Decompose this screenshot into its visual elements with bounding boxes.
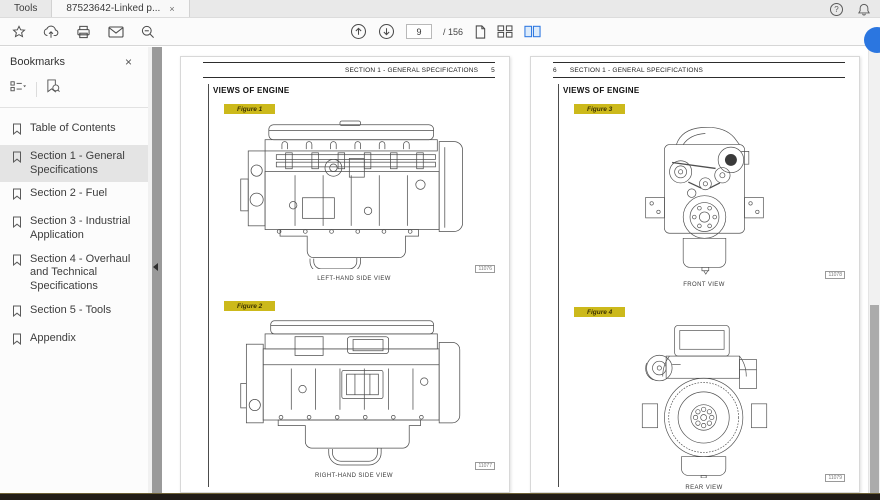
figure-4-label: Figure 4 xyxy=(574,307,625,317)
page-content: VIEWS OF ENGINE Figure 1 xyxy=(208,84,497,487)
header-section-label: SECTION 1 - GENERAL SPECIFICATIONS xyxy=(345,67,478,74)
tabbar-right-group: ? xyxy=(830,0,870,18)
header-section-label: SECTION 1 - GENERAL SPECIFICATIONS xyxy=(570,67,703,74)
cloud-upload-icon[interactable] xyxy=(43,25,59,39)
page-navigation-group: 9 / 156 xyxy=(350,18,541,45)
page-header: 6 SECTION 1 - GENERAL SPECIFICATIONS xyxy=(553,62,845,78)
page-count-label: / 156 xyxy=(443,27,463,37)
bookmark-item-section3[interactable]: Section 3 - Industrial Application xyxy=(0,210,148,248)
engine-right-side-drawing xyxy=(237,316,471,471)
bookmark-icon xyxy=(12,305,22,322)
figure-3-label: Figure 3 xyxy=(574,104,625,114)
next-page-icon[interactable] xyxy=(378,23,395,40)
print-icon[interactable] xyxy=(76,25,91,39)
engine-rear-drawing xyxy=(632,322,777,483)
bookmark-icon xyxy=(12,254,22,271)
figure-1-ref-code: 11076 xyxy=(475,265,495,273)
figure-1-label: Figure 1 xyxy=(224,104,275,114)
zoom-out-icon[interactable] xyxy=(141,25,155,39)
bookmark-item-section4[interactable]: Section 4 - Overhaul and Technical Speci… xyxy=(0,248,148,299)
figure-2-block: Figure 2 xyxy=(211,295,497,479)
bookmark-item-section5[interactable]: Section 5 - Tools xyxy=(0,299,148,327)
tab-tools[interactable]: Tools xyxy=(0,0,51,17)
tab-tools-label: Tools xyxy=(14,3,37,14)
figure-4-block: Figure 4 xyxy=(561,301,847,491)
bookmark-search-icon[interactable] xyxy=(46,79,60,99)
bookmark-item-section2[interactable]: Section 2 - Fuel xyxy=(0,182,148,210)
header-page-number: 5 xyxy=(491,67,495,74)
close-panel-icon[interactable]: × xyxy=(125,55,132,69)
section-heading: VIEWS OF ENGINE xyxy=(213,86,497,95)
bookmark-icon xyxy=(12,123,22,140)
tab-bar: Tools 87523642-Linked p... × ? xyxy=(0,0,880,18)
previous-page-icon[interactable] xyxy=(350,23,367,40)
figure-1-block: Figure 1 xyxy=(211,98,497,282)
collapse-panel-icon[interactable] xyxy=(153,263,158,271)
content-area: Bookmarks × Table of Contents xyxy=(0,47,880,493)
bookmarks-panel: Bookmarks × Table of Contents xyxy=(0,47,148,493)
bookmark-label: Section 2 - Fuel xyxy=(30,187,107,201)
bookmarks-title: Bookmarks xyxy=(10,56,65,68)
bookmark-item-section1[interactable]: Section 1 - General Specifications xyxy=(0,145,148,183)
close-tab-icon[interactable]: × xyxy=(169,4,174,14)
pdf-page-left: SECTION 1 - GENERAL SPECIFICATIONS 5 VIE… xyxy=(180,56,510,493)
page-header: SECTION 1 - GENERAL SPECIFICATIONS 5 xyxy=(203,62,495,78)
two-page-view-icon[interactable] xyxy=(524,25,541,38)
bookmark-icon xyxy=(12,216,22,233)
bookmark-label: Appendix xyxy=(30,332,76,346)
bookmark-icon xyxy=(12,151,22,168)
engine-front-drawing xyxy=(632,119,777,280)
bookmark-item-toc[interactable]: Table of Contents xyxy=(0,117,148,145)
page-content: VIEWS OF ENGINE Figure 3 xyxy=(558,84,847,487)
bookmark-options-icon[interactable] xyxy=(10,80,27,98)
single-page-view-icon[interactable] xyxy=(474,25,486,39)
panel-splitter[interactable] xyxy=(148,47,162,493)
page-number-input[interactable]: 9 xyxy=(406,24,432,39)
bookmark-label: Section 3 - Industrial Application xyxy=(30,215,144,243)
section-heading: VIEWS OF ENGINE xyxy=(563,86,847,95)
bookmarks-list: Table of Contents Section 1 - General Sp… xyxy=(0,108,148,354)
bookmark-icon xyxy=(12,188,22,205)
taskbar-edge xyxy=(0,493,880,500)
favorite-star-icon[interactable] xyxy=(12,25,26,39)
figure-1-caption: LEFT-HAND SIDE VIEW xyxy=(211,276,497,282)
toolbar-left-group xyxy=(12,25,155,39)
bookmark-icon xyxy=(12,333,22,350)
pdf-page-right: 6 SECTION 1 - GENERAL SPECIFICATIONS VIE… xyxy=(530,56,860,493)
tab-document-label: 87523642-Linked p... xyxy=(66,3,160,14)
figure-2-ref-code: 11077 xyxy=(475,462,495,470)
toolbar-separator xyxy=(36,82,37,97)
bookmark-label: Section 4 - Overhaul and Technical Speci… xyxy=(30,253,144,294)
vertical-scrollbar[interactable] xyxy=(868,47,880,493)
help-icon[interactable]: ? xyxy=(830,3,843,16)
scrollbar-thumb[interactable] xyxy=(870,305,879,493)
figure-3-caption: FRONT VIEW xyxy=(561,282,847,288)
email-icon[interactable] xyxy=(108,26,124,38)
bookmark-label: Table of Contents xyxy=(30,122,116,136)
organize-pages-icon[interactable] xyxy=(497,25,513,38)
bookmarks-toolbar xyxy=(0,74,148,108)
figure-3-ref-code: 11078 xyxy=(825,271,845,279)
figure-4-ref-code: 11079 xyxy=(825,474,845,482)
figure-3-block: Figure 3 xyxy=(561,98,847,288)
header-page-number: 6 xyxy=(553,67,557,74)
acrobat-window: Tools 87523642-Linked p... × ? xyxy=(0,0,880,500)
bell-icon[interactable] xyxy=(858,3,870,16)
engine-left-side-drawing xyxy=(237,119,471,274)
tab-document[interactable]: 87523642-Linked p... × xyxy=(51,0,189,17)
document-view: SECTION 1 - GENERAL SPECIFICATIONS 5 VIE… xyxy=(162,47,880,493)
figure-4-caption: REAR VIEW xyxy=(561,485,847,491)
figure-2-caption: RIGHT-HAND SIDE VIEW xyxy=(211,473,497,479)
bookmark-label: Section 1 - General Specifications xyxy=(30,150,144,178)
main-toolbar: 9 / 156 xyxy=(0,18,880,46)
bookmark-item-appendix[interactable]: Appendix xyxy=(0,327,148,355)
bookmark-label: Section 5 - Tools xyxy=(30,304,111,318)
bookmarks-header: Bookmarks × xyxy=(0,47,148,74)
figure-2-label: Figure 2 xyxy=(224,301,275,311)
